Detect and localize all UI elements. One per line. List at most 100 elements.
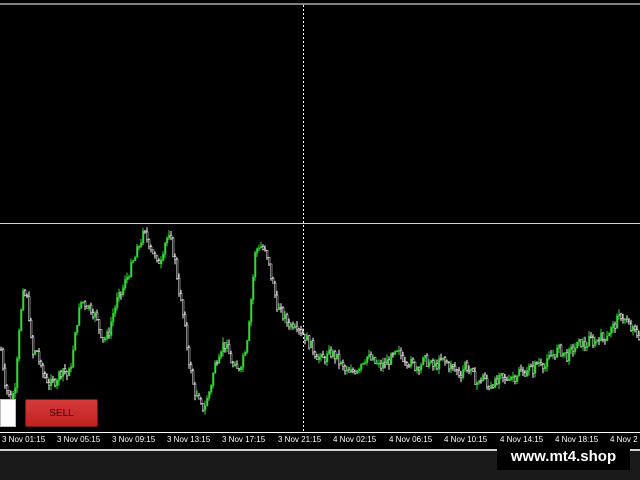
candlestick-chart[interactable] — [0, 0, 640, 433]
candle-bull — [34, 350, 37, 355]
candle-bull — [358, 368, 361, 371]
candle-bear — [48, 382, 51, 386]
time-tick-label: 3 Nov 21:15 — [278, 435, 322, 444]
candle-bull — [578, 339, 581, 343]
candle-bear — [486, 377, 489, 388]
candle-bear — [92, 312, 95, 318]
candle-bear — [200, 398, 203, 404]
candle-bull — [596, 339, 599, 342]
candle-bull — [416, 367, 419, 371]
candle-bull — [106, 331, 109, 339]
candle-bull — [50, 378, 53, 386]
candle-bear — [604, 338, 607, 341]
candle-bull — [442, 357, 445, 360]
candle-bear — [120, 291, 123, 295]
candle-bull — [450, 364, 453, 370]
candle-bear — [504, 377, 507, 380]
candle-bull — [390, 353, 393, 365]
candle-bear — [102, 337, 105, 340]
candle-bull — [498, 375, 501, 385]
candle-bull — [18, 330, 21, 359]
candle-bear — [472, 368, 475, 372]
candle-bull — [130, 261, 133, 277]
candle-bear — [32, 336, 35, 355]
time-tick-label: 4 Nov 18:15 — [555, 435, 599, 444]
candle-bull — [258, 247, 261, 250]
candle-bear — [342, 362, 345, 367]
candle-bull — [548, 354, 551, 359]
candle-bear — [198, 394, 201, 400]
candle-bear — [144, 230, 147, 233]
candle-bear — [408, 365, 411, 367]
candle-bull — [260, 246, 263, 249]
candle-bull — [166, 237, 169, 244]
candle-bear — [182, 299, 185, 316]
candle-bull — [332, 351, 335, 357]
candle-bear — [540, 362, 543, 365]
candle-bull — [574, 347, 577, 352]
candle-bull — [68, 368, 71, 377]
candle-bull — [470, 368, 473, 371]
candle-bear — [66, 371, 69, 377]
candle-bear — [150, 246, 153, 250]
candle-bull — [490, 384, 493, 389]
candle-bear — [238, 368, 241, 371]
candle-bull — [546, 358, 549, 368]
candle-bull — [612, 323, 615, 328]
candle-bear — [330, 349, 333, 357]
candle-bull — [78, 307, 81, 326]
candle-bear — [418, 367, 421, 371]
candle-bull — [142, 230, 145, 244]
candle-bear — [264, 248, 267, 251]
buy-button[interactable] — [0, 399, 16, 427]
candle-bear — [232, 362, 235, 367]
candle-bull — [478, 380, 481, 384]
candle-bear — [228, 344, 231, 355]
candle-bull — [226, 344, 229, 349]
candle-bear — [274, 282, 277, 296]
sell-button[interactable]: SELL — [25, 399, 98, 427]
candle-bear — [636, 329, 639, 336]
candle-bull — [624, 318, 627, 321]
candle-bull — [512, 376, 515, 379]
candle-bear — [620, 313, 623, 319]
candle-bear — [156, 255, 159, 261]
candle-bear — [8, 390, 11, 395]
candle-bull — [278, 307, 281, 310]
candle-bull — [362, 362, 365, 365]
candle-bull — [606, 335, 609, 341]
candle-bear — [592, 337, 595, 346]
candle-bear — [26, 295, 29, 297]
candle-bear — [480, 380, 483, 382]
time-tick-label: 3 Nov 13:15 — [167, 435, 211, 444]
candle-bear — [456, 369, 459, 372]
candle-bear — [614, 323, 617, 329]
candle-bear — [288, 322, 291, 328]
candle-bear — [24, 290, 27, 296]
candle-bear — [392, 353, 395, 355]
candle-bear — [154, 253, 157, 257]
candle-bull — [70, 366, 73, 369]
candle-bear — [622, 318, 625, 321]
candle-bull — [284, 314, 287, 320]
candle-bull — [340, 362, 343, 365]
candle-bull — [306, 335, 309, 341]
candle-bull — [112, 313, 115, 322]
candle-bear — [46, 377, 49, 383]
candle-bear — [272, 278, 275, 284]
candle-bull — [556, 347, 559, 358]
candle-bull — [220, 351, 223, 358]
candle-bear — [532, 365, 535, 374]
candle-bull — [516, 375, 519, 382]
candle-bear — [572, 346, 575, 352]
candle-bull — [256, 248, 259, 253]
candle-bull — [160, 259, 163, 264]
candle-bear — [550, 354, 553, 357]
candle-bear — [628, 321, 631, 325]
candle-bull — [118, 291, 121, 298]
candle-bear — [180, 293, 183, 301]
candle-bear — [524, 372, 527, 377]
time-tick-label: 4 Nov 14:15 — [500, 435, 544, 444]
candle-bear — [298, 328, 301, 331]
candle-bear — [514, 376, 517, 382]
